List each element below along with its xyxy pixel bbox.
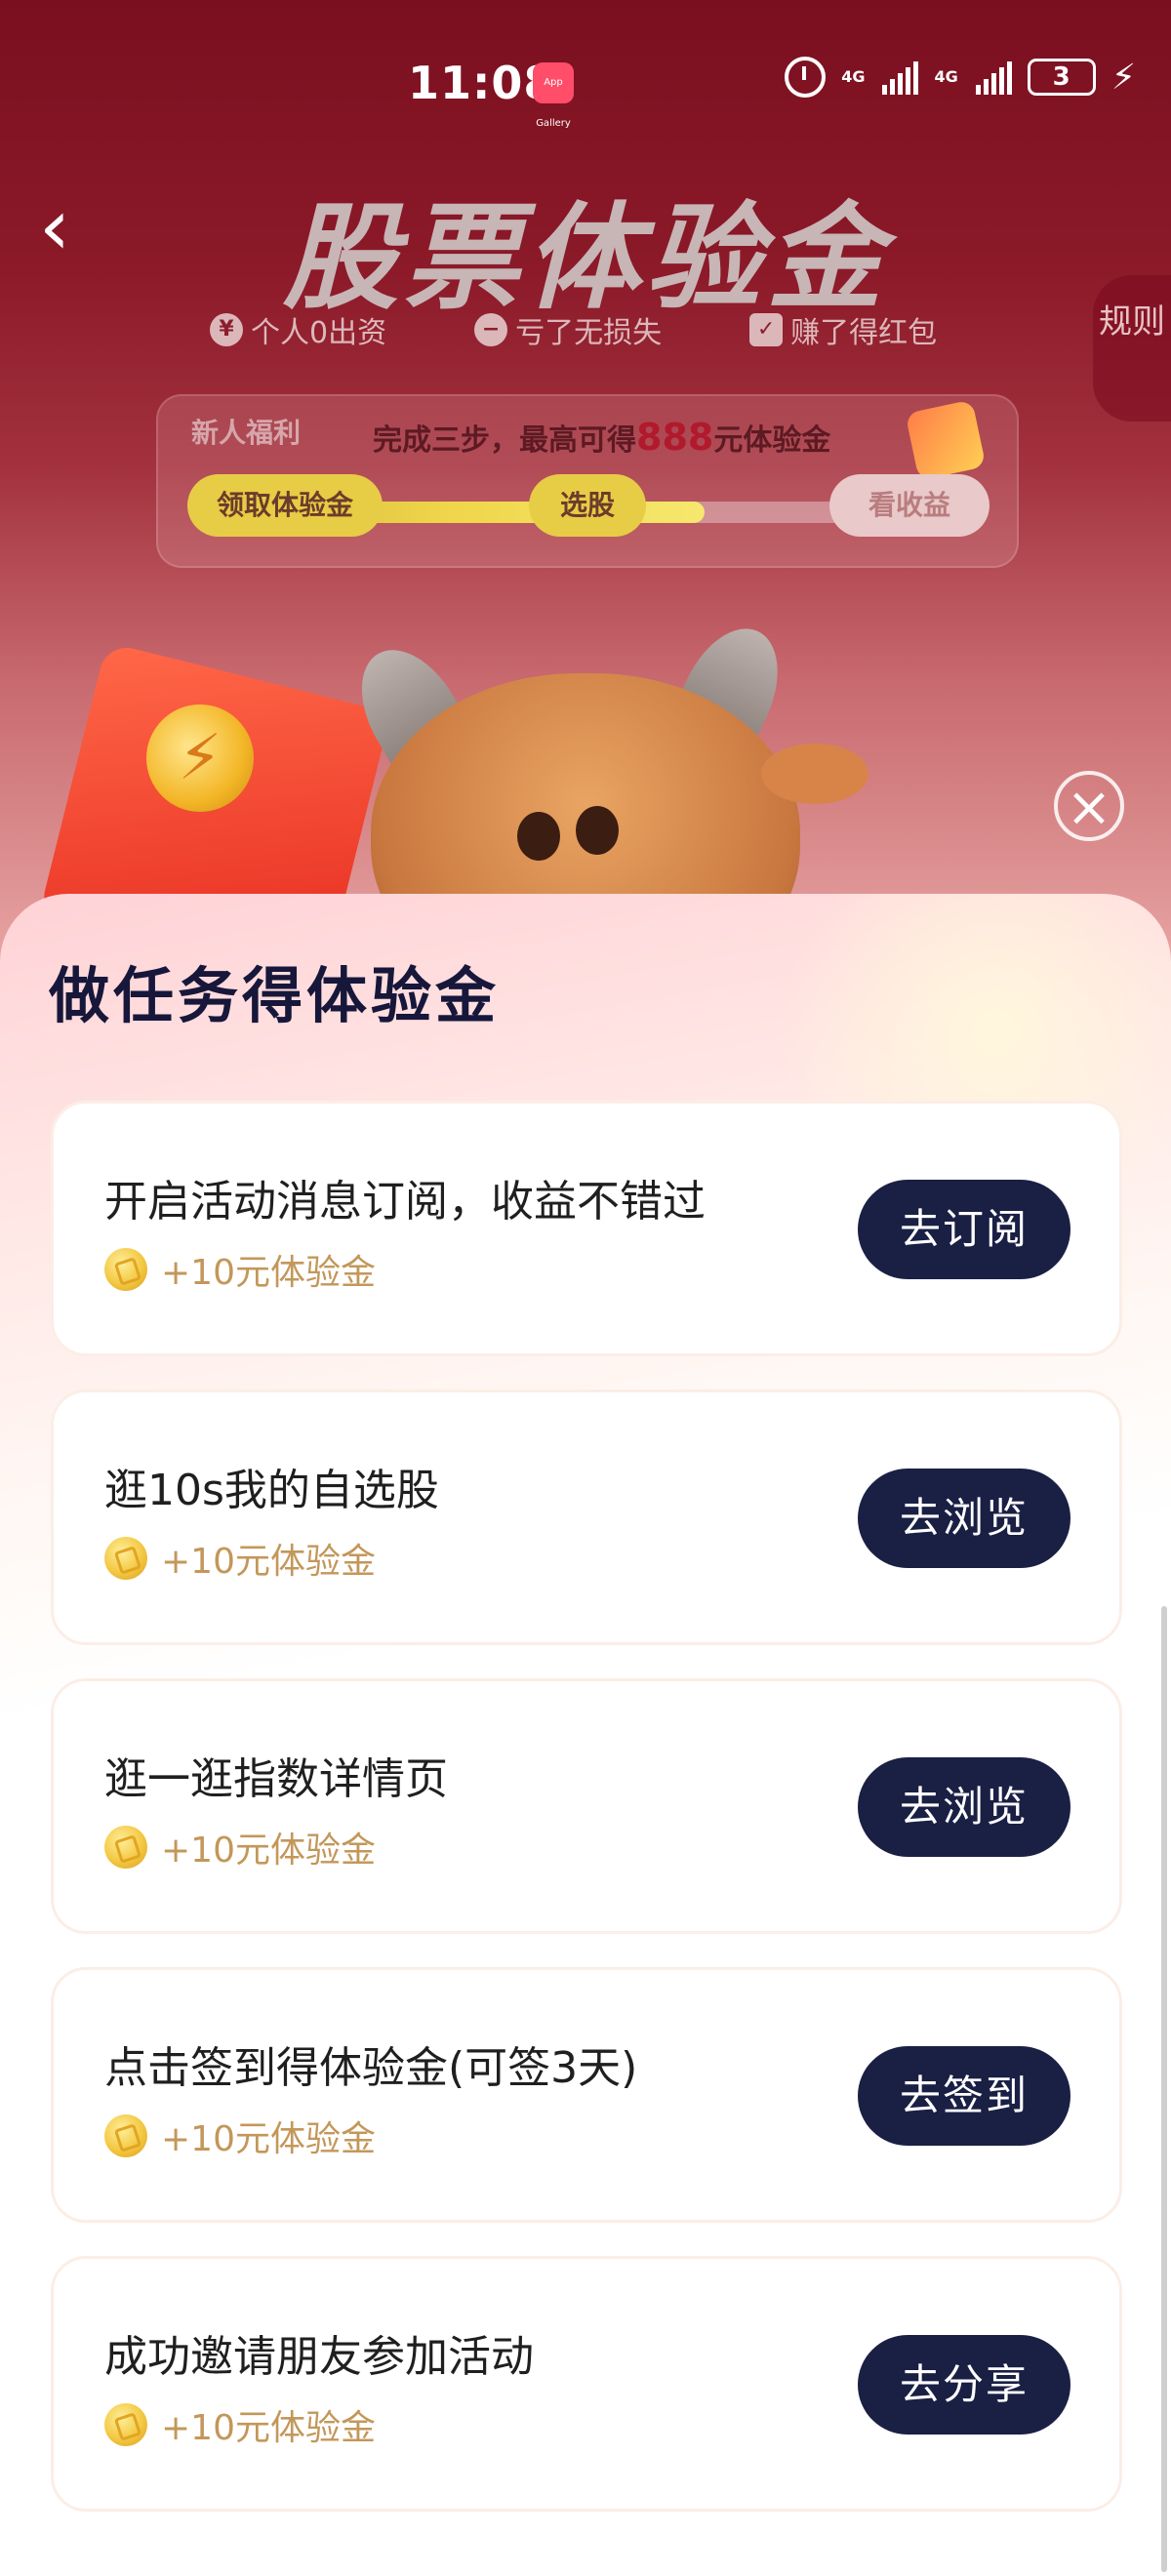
alarm-icon [785,57,827,98]
battery-icon: 3 [1027,59,1096,96]
task-card-checkin: 点击签到得体验金(可签3天) +10元体验金 去签到 [51,1967,1122,2223]
task-card-subscribe: 开启活动消息订阅，收益不错过 +10元体验金 去订阅 [51,1101,1122,1356]
tag-label: 亏了无损失 [515,316,663,350]
step-pick-stock: 选股 [529,474,646,537]
reward-text: +10元体验金 [161,1542,376,1582]
signal-strength-icon [975,60,1012,95]
step-claim: 领取体验金 [187,474,383,537]
bull-nostril [517,812,560,861]
bull-ear [761,744,868,804]
coin-icon [104,2114,147,2157]
task-sheet: 做任务得体验金 开启活动消息订阅，收益不错过 +10元体验金 去订阅 逛10s我… [0,894,1171,2576]
coin-icon [104,1537,147,1580]
sheet-title: 做任务得体验金 [49,960,501,1031]
task-card-index-detail: 逛一逛指数详情页 +10元体验金 去浏览 [51,1678,1122,1934]
checkin-button[interactable]: 去签到 [858,2046,1070,2146]
task-title: 逛10s我的自选股 [104,1466,439,1515]
signal-label-1: 4G [841,67,866,86]
task-card-invite: 成功邀请朋友参加活动 +10元体验金 去分享 [51,2256,1122,2512]
subscribe-button[interactable]: 去订阅 [858,1180,1070,1279]
minus-icon: − [474,313,508,346]
lightning-coin-icon: ⚡ [146,704,254,812]
tag-earn-red-packet: ✓ 赚了得红包 [749,308,937,351]
signal-strength-icon [882,60,919,95]
close-icon[interactable]: × [1054,771,1124,841]
tag-no-loss: − 亏了无损失 [474,308,662,351]
task-title: 成功邀请朋友参加活动 [104,2332,534,2382]
feature-tags: ¥ 个人0出资 − 亏了无损失 ✓ 赚了得红包 [210,308,990,351]
task-reward: +10元体验金 [104,2111,376,2161]
coin-icon [104,2403,147,2446]
scrollbar[interactable] [1161,1606,1167,2572]
reward-text: +10元体验金 [161,1253,376,1293]
task-title: 开启活动消息订阅，收益不错过 [104,1177,706,1227]
task-reward: +10元体验金 [104,1822,376,1872]
app-gallery-icon: App Gallery [533,62,574,129]
task-list: 开启活动消息订阅，收益不错过 +10元体验金 去订阅 逛10s我的自选股 +10… [51,1101,1122,2545]
tag-label: 赚了得红包 [790,316,938,350]
task-title: 逛一逛指数详情页 [104,1754,448,1804]
tag-no-investment: ¥ 个人0出资 [210,308,386,351]
task-card-watchlist: 逛10s我的自选股 +10元体验金 去浏览 [51,1389,1122,1645]
step-view-earnings: 看收益 [829,474,989,537]
status-bar: 11:08 App Gallery 4G 4G 3 ⚡ [0,0,1171,166]
task-title: 点击签到得体验金(可签3天) [104,2043,638,2093]
coin-icon [104,1826,147,1869]
progress-text-prefix: 完成三步，最高可得 [373,423,636,458]
newcomer-badge: 新人福利 [191,417,302,449]
coin-icon [104,1248,147,1291]
charging-icon: ⚡ [1110,57,1136,98]
progress-description: 完成三步，最高可得888元体验金 [373,416,830,459]
status-icons: 4G 4G 3 ⚡ [785,57,1136,98]
red-packet-icon: ✓ [749,313,784,346]
progress-highlight-amount: 888 [636,416,714,459]
task-reward: +10元体验金 [104,1244,376,1295]
reward-text: +10元体验金 [161,1831,376,1871]
task-reward: +10元体验金 [104,2399,376,2450]
task-reward: +10元体验金 [104,1533,376,1584]
rules-button[interactable]: 规则 [1093,275,1171,422]
back-icon[interactable]: ‹ [39,188,92,266]
page-title: 股票体验金 [282,190,888,325]
progress-text-suffix: 元体验金 [713,423,831,458]
signal-label-2: 4G [934,67,958,86]
bull-nostril [576,806,619,855]
newcomer-progress-card: 新人福利 完成三步，最高可得888元体验金 领取体验金 选股 看收益 [156,394,1019,568]
share-button[interactable]: 去分享 [858,2335,1070,2435]
tag-label: 个人0出资 [251,316,387,350]
reward-text: +10元体验金 [161,2119,376,2159]
yen-icon: ¥ [210,313,243,346]
red-packet-icon [905,399,987,481]
browse-index-button[interactable]: 去浏览 [858,1757,1070,1857]
reward-text: +10元体验金 [161,2408,376,2448]
browse-watchlist-button[interactable]: 去浏览 [858,1469,1070,1568]
